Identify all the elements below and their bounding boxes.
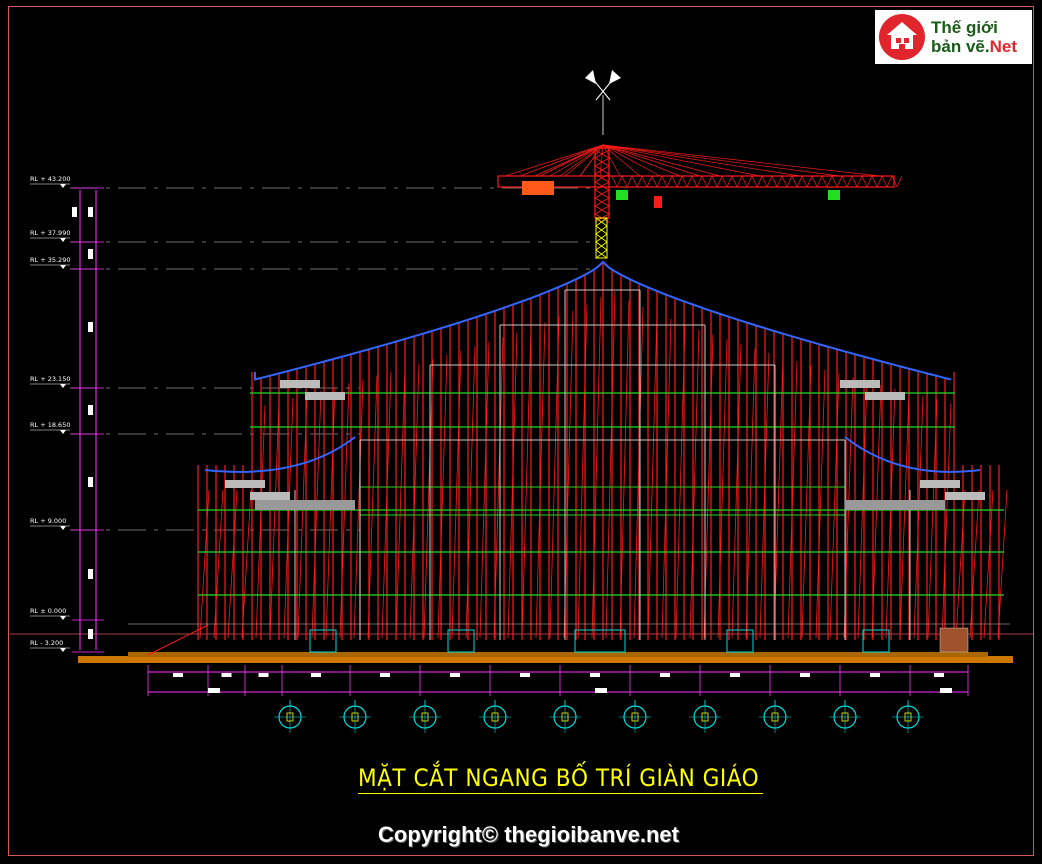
tower-crane-icon [497,144,903,259]
level-label-rl-43200: RL + 43.200 [30,175,70,183]
logo-line-1: Thế giới [931,18,998,37]
foundation-slab [128,652,988,657]
level-label-rl-m3200: RL - 3.200 [30,639,63,647]
logo-line-2: bản vẽ.Net [931,37,1017,56]
drawing-title: MẶT CẮT NGANG BỐ TRÍ GIÀN GIÁO [358,764,764,794]
flag-finial-icon [585,70,621,135]
scaffold-system [128,262,1010,656]
elevation-axis [72,187,104,653]
level-label-rl-35290: RL + 35.290 [30,256,70,264]
ground-slab [78,656,1013,663]
house-logo-icon [879,14,925,60]
logo-text: Thế giới bản vẽ.Net [931,18,1017,56]
dimension-lines [147,665,969,696]
grid-axis-bubbles [274,700,924,733]
level-label-rl-23150: RL + 23.150 [30,375,70,383]
level-label-rl-18650: RL + 18.650 [30,421,70,429]
level-labels: RL + 43.200 RL + 37.990 RL + 35.290 RL + 23… [30,175,70,652]
brand-logo[interactable]: Thế giới bản vẽ.Net [875,10,1032,64]
copyright-text: Copyright© thegioibanve.net [378,822,679,847]
section-drawing: RL + 43.200 RL + 37.990 RL + 35.290 RL + 23… [10,70,1034,733]
level-label-rl-0000: RL ± 0.000 [30,607,66,615]
level-label-rl-9000: RL + 9.000 [30,517,66,525]
level-label-rl-37990: RL + 37.990 [30,229,70,237]
